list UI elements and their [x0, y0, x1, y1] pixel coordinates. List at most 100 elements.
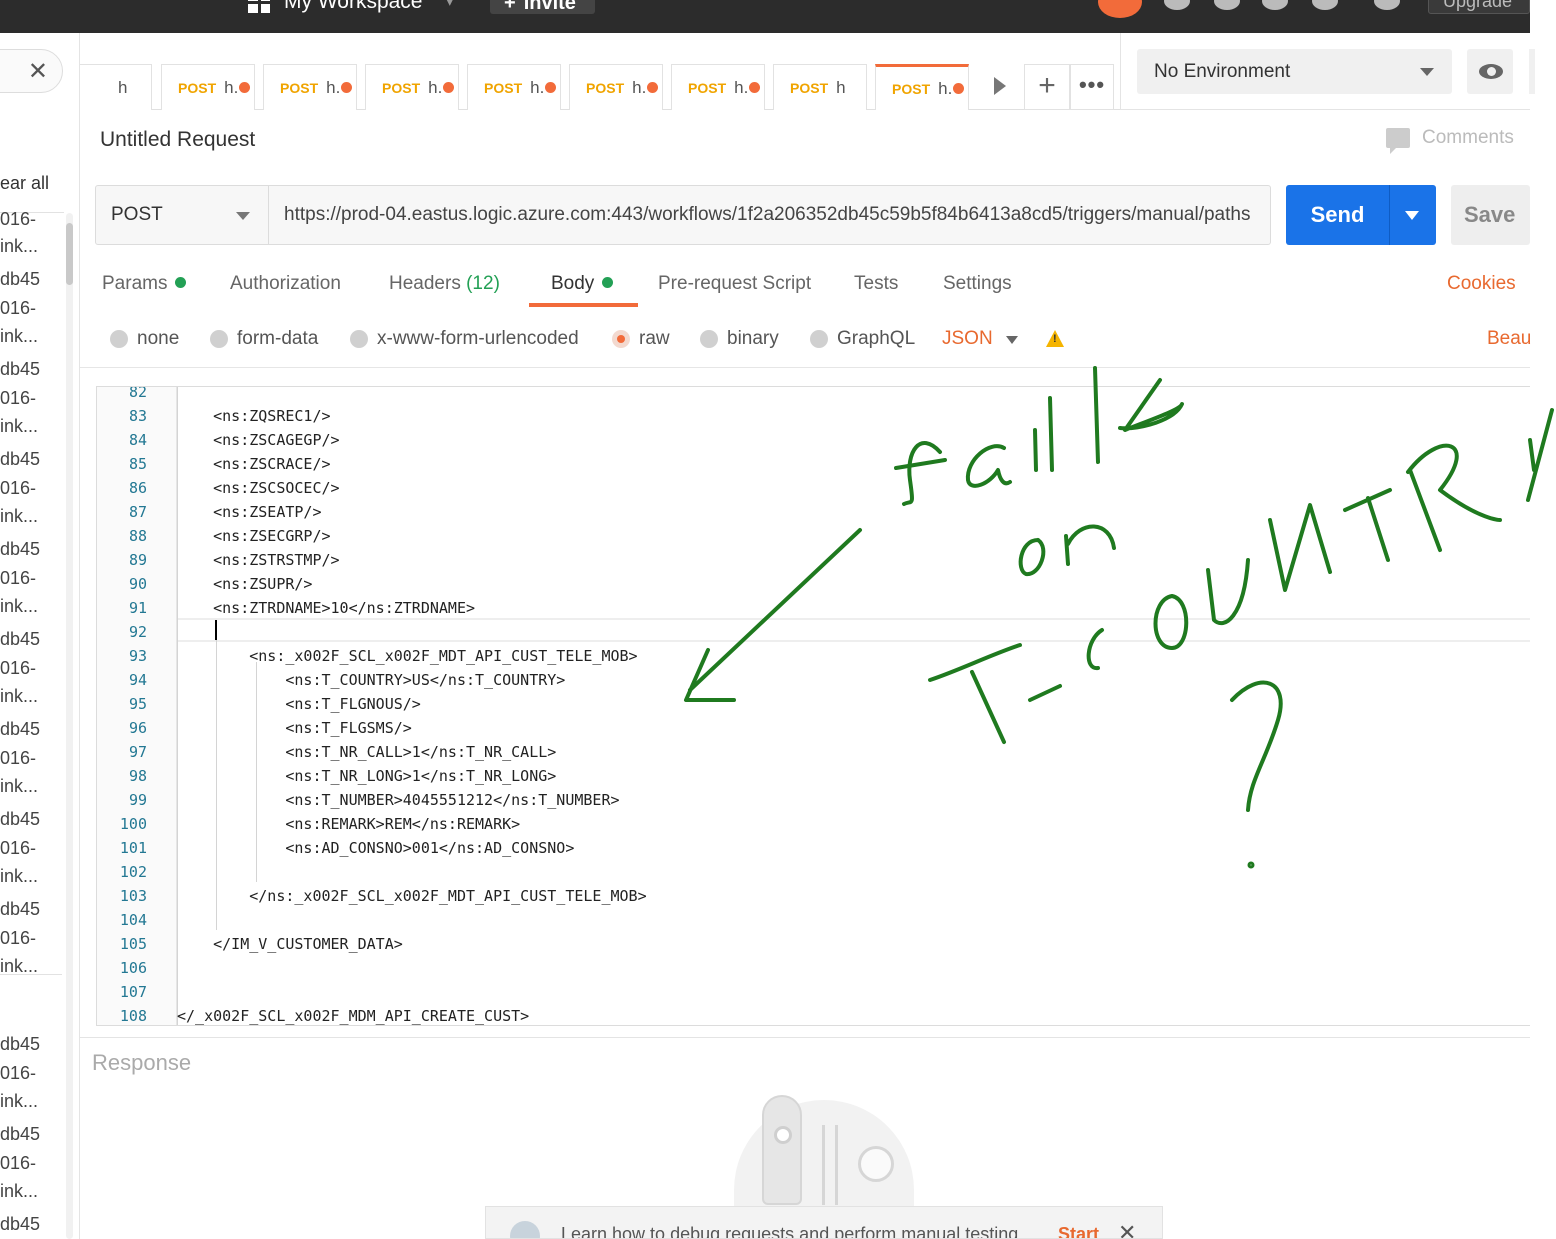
sidebar-list-item[interactable]: 016-	[0, 475, 36, 502]
cookies-link[interactable]: Cookies	[1447, 273, 1516, 295]
request-tab[interactable]: POST h.	[875, 64, 969, 110]
code-line[interactable]: <ns:AD_CONSNO>001</ns:AD_CONSNO>	[177, 839, 574, 857]
request-tab[interactable]: POST h.	[161, 64, 255, 110]
save-button[interactable]: Save	[1451, 185, 1530, 245]
more-tabs-button[interactable]: •••	[1070, 64, 1114, 110]
sidebar-list-item[interactable]: db45	[0, 266, 40, 293]
sidebar-list-item[interactable]: 016-	[0, 745, 36, 772]
tab-params[interactable]: Params	[102, 273, 187, 295]
body-type-none[interactable]: none	[110, 328, 179, 350]
tab-body[interactable]: Body	[551, 273, 614, 295]
sidebar-list-item[interactable]: ink...	[0, 773, 38, 800]
close-icon[interactable]: ✕	[1118, 1220, 1136, 1238]
code-line[interactable]: <ns:ZSCAGEGP/>	[177, 431, 339, 449]
workspace-switcher[interactable]: My Workspace ▾	[248, 0, 453, 14]
tab-tests[interactable]: Tests	[854, 273, 898, 295]
new-tab-button[interactable]: +	[1024, 64, 1070, 110]
sidebar-list-item[interactable]: 016-	[0, 295, 36, 322]
code-line[interactable]: <ns:REMARK>REM</ns:REMARK>	[177, 815, 520, 833]
heart-icon[interactable]	[1312, 0, 1338, 10]
send-options-chevron-icon[interactable]	[1405, 211, 1419, 220]
body-type-form-data[interactable]: form-data	[210, 328, 318, 350]
code-line[interactable]: </IM_V_CUSTOMER_DATA>	[177, 935, 403, 953]
code-line[interactable]: <ns:ZSEATP/>	[177, 503, 321, 521]
sidebar-list-item[interactable]: 016-	[0, 655, 36, 682]
code-line[interactable]: </ns:_x002F_SCL_x002F_MDT_API_CUST_TELE_…	[177, 887, 646, 905]
tab-pre-request-script[interactable]: Pre-request Script	[658, 273, 811, 295]
url-input[interactable]: https://prod-04.eastus.logic.azure.com:4…	[284, 186, 1259, 244]
sidebar-list-item[interactable]: ink...	[0, 863, 38, 890]
code-editor[interactable]: 82 83 <ns:ZQSREC1/> 84 <ns:ZSCAGEGP/> 85 <n…	[96, 386, 1530, 1026]
sync-icon[interactable]	[1098, 0, 1142, 18]
request-tab[interactable]: POST h	[773, 64, 867, 110]
start-link[interactable]: Start	[1058, 1224, 1099, 1238]
clear-all-link[interactable]: ear all	[0, 173, 49, 194]
body-type-binary[interactable]: binary	[700, 328, 779, 350]
scrollbar-thumb[interactable]	[66, 223, 73, 285]
request-tab[interactable]: POST h.	[365, 64, 459, 110]
request-tab[interactable]: POST h.	[671, 64, 765, 110]
sidebar-list-item[interactable]: ink...	[0, 503, 38, 530]
sidebar-list-item[interactable]: 016-	[0, 925, 36, 952]
sidebar-list-item[interactable]: 016-	[0, 385, 36, 412]
code-line[interactable]: <ns:ZTRDNAME>10</ns:ZTRDNAME>	[177, 599, 475, 617]
code-line[interactable]: <ns:T_NR_CALL>1</ns:T_NR_CALL>	[177, 743, 556, 761]
chevron-down-icon[interactable]	[1006, 336, 1018, 344]
body-type-graphql[interactable]: GraphQL	[810, 328, 915, 350]
sidebar-list-item[interactable]: db45	[0, 1211, 40, 1238]
sidebar-list-item[interactable]: 016-	[0, 565, 36, 592]
code-line[interactable]: <ns:T_NR_LONG>1</ns:T_NR_LONG>	[177, 767, 556, 785]
code-line[interactable]: <ns:ZSTRSTMP/>	[177, 551, 339, 569]
sidebar-list-item[interactable]: db45	[0, 1121, 40, 1148]
code-line[interactable]: <ns:_x002F_SCL_x002F_MDT_API_CUST_TELE_M…	[177, 647, 637, 665]
close-icon[interactable]: ✕	[28, 57, 48, 86]
sidebar-list-item[interactable]: ink...	[0, 323, 38, 350]
code-line[interactable]: <ns:T_FLGNOUS/>	[177, 695, 420, 713]
environment-quick-look-button[interactable]	[1467, 49, 1513, 94]
code-line[interactable]: <ns:ZSCSOCEC/>	[177, 479, 339, 497]
code-line[interactable]: <ns:ZSCRACE/>	[177, 455, 330, 473]
scroll-tabs-right-icon[interactable]	[994, 77, 1006, 95]
request-tab[interactable]: POST h.	[569, 64, 663, 110]
tab-settings[interactable]: Settings	[943, 273, 1012, 295]
sidebar-list-item[interactable]: db45	[0, 356, 40, 383]
code-line[interactable]: <ns:ZQSREC1/>	[177, 407, 330, 425]
method-select[interactable]: POST	[96, 186, 269, 244]
scrollbar-track[interactable]	[66, 213, 73, 1239]
sidebar-list-item[interactable]: 016-	[0, 835, 36, 862]
code-line[interactable]: <ns:T_NUMBER>4045551212</ns:T_NUMBER>	[177, 791, 619, 809]
tab-headers[interactable]: Headers (12)	[389, 273, 500, 295]
sidebar-list-item[interactable]: ink...	[0, 593, 38, 620]
code-line[interactable]: <ns:T_COUNTRY>US</ns:T_COUNTRY>	[177, 671, 565, 689]
body-type-raw[interactable]: raw	[612, 328, 670, 350]
sidebar-list-item[interactable]: db45	[0, 1031, 40, 1058]
warning-icon[interactable]: !	[1046, 330, 1064, 347]
upgrade-button[interactable]: Upgrade	[1428, 0, 1530, 14]
tab-authorization[interactable]: Authorization	[230, 273, 341, 295]
sidebar-list-item[interactable]: 016-	[0, 1150, 36, 1177]
sidebar-list-item[interactable]: ink...	[0, 1088, 38, 1115]
request-tab[interactable]: POST h.	[263, 64, 357, 110]
settings-button[interactable]	[1529, 49, 1535, 94]
code-line[interactable]: <ns:T_FLGSMS/>	[177, 719, 411, 737]
language-select[interactable]: JSON	[942, 328, 993, 350]
request-tab[interactable]: h	[80, 64, 152, 110]
sidebar-list-item[interactable]: db45	[0, 536, 40, 563]
sidebar-search-input[interactable]: ✕	[0, 49, 63, 93]
bell-icon[interactable]	[1262, 0, 1288, 10]
code-line[interactable]: <ns:ZSECGRP/>	[177, 527, 330, 545]
sidebar-list-item[interactable]: db45	[0, 896, 40, 923]
sidebar-list-item[interactable]: db45	[0, 716, 40, 743]
request-title[interactable]: Untitled Request	[100, 128, 255, 152]
sidebar-list-item[interactable]: ink...	[0, 953, 38, 980]
sidebar-list-item[interactable]: db45	[0, 626, 40, 653]
environment-select[interactable]: No Environment	[1137, 49, 1452, 94]
sidebar-list-item[interactable]: ink...	[0, 1178, 38, 1205]
sidebar-list-item[interactable]: db45	[0, 446, 40, 473]
code-line[interactable]: <ns:ZSUPR/>	[177, 575, 312, 593]
sidebar-list-item[interactable]: 016-	[0, 206, 36, 233]
sidebar-list-item[interactable]: ink...	[0, 413, 38, 440]
code-line[interactable]: </_x002F_SCL_x002F_MDM_API_CREATE_CUST>	[177, 1007, 529, 1025]
beautify-link[interactable]: Beau	[1487, 328, 1531, 350]
request-tab[interactable]: POST h.	[467, 64, 561, 110]
